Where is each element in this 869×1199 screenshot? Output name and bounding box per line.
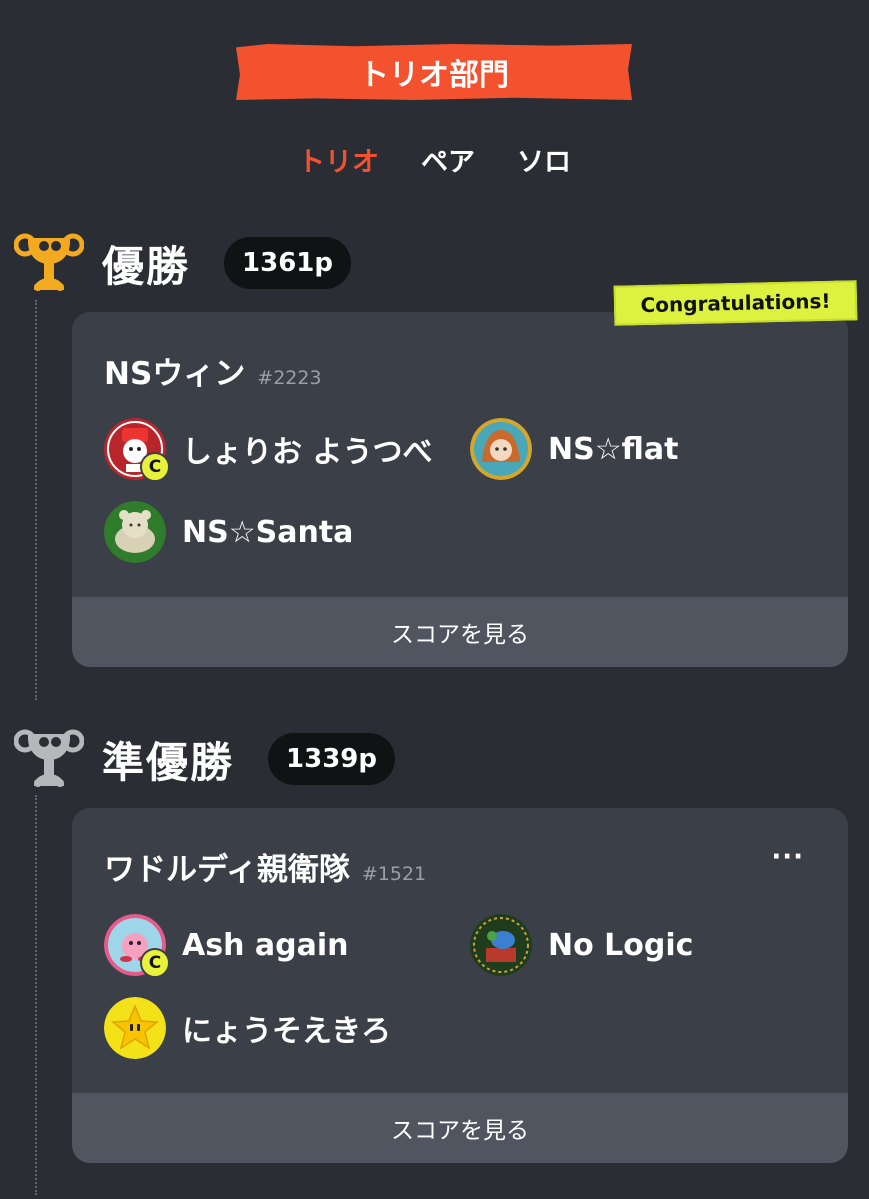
tab-solo[interactable]: ソロ — [517, 140, 571, 179]
member-name: しょりお ようつべ — [182, 435, 433, 470]
team-name: ワドルディ親衛隊 — [104, 852, 350, 888]
captain-badge: C — [140, 948, 170, 978]
team-member[interactable]: NS☆Santa — [104, 501, 353, 563]
view-score-button[interactable]: スコアを見る — [72, 597, 848, 667]
points-badge: 1339p — [268, 733, 395, 785]
tab-pair[interactable]: ペア — [421, 140, 475, 179]
captain-badge: C — [140, 452, 170, 482]
avatar-plush-cat — [104, 501, 166, 563]
member-name: にょうそえきろ — [182, 1014, 392, 1049]
rank-label: 優勝 — [102, 241, 191, 291]
avatar — [470, 418, 532, 480]
avatar: C — [104, 418, 170, 482]
timeline-line — [35, 300, 37, 700]
silver-trophy-icon — [14, 729, 84, 787]
congratulations-badge: Congratulations! — [613, 280, 858, 326]
view-score-button[interactable]: スコアを見る — [72, 1093, 848, 1163]
points-badge: 1361p — [224, 237, 351, 289]
team-card: ワドルディ親衛隊 #1521 ··· C Ash again No Logic … — [72, 808, 848, 1163]
team-name: NSウィン — [104, 356, 246, 392]
member-name: NS☆flat — [548, 431, 679, 467]
member-name: Ash again — [182, 927, 349, 963]
gold-trophy-icon — [14, 233, 84, 291]
rank-label: 準優勝 — [102, 737, 235, 787]
avatar — [104, 501, 166, 563]
division-banner: トリオ部門 — [236, 44, 632, 100]
category-tabs: トリオ ペア ソロ — [0, 140, 869, 179]
avatar-green-frame — [470, 914, 532, 976]
timeline-line — [35, 795, 37, 1195]
team-tag: #2223 — [257, 367, 322, 389]
member-name: No Logic — [548, 927, 694, 963]
team-member[interactable]: C Ash again — [104, 914, 349, 978]
winner-header: 優勝 1361p — [14, 232, 351, 294]
team-header: ワドルディ親衛隊 #1521 — [104, 844, 426, 889]
team-member[interactable]: NS☆flat — [470, 418, 678, 480]
team-member[interactable]: No Logic — [470, 914, 693, 976]
division-title: トリオ部門 — [359, 58, 509, 93]
team-tag: #1521 — [361, 863, 427, 885]
avatar-star — [104, 997, 166, 1059]
runner-up-header: 準優勝 1339p — [14, 728, 395, 790]
member-name: NS☆Santa — [182, 514, 354, 550]
avatar-anime-girl — [470, 418, 532, 480]
team-member[interactable]: C しょりお ようつべ — [104, 418, 433, 482]
team-member[interactable]: にょうそえきろ — [104, 997, 391, 1059]
avatar: C — [104, 914, 170, 978]
avatar — [470, 914, 532, 976]
team-card: NSウィン #2223 C しょりお ようつべ NS☆flat NS☆Santa… — [72, 312, 848, 667]
avatar — [104, 997, 166, 1059]
more-options-button[interactable]: ··· — [771, 842, 804, 872]
team-header: NSウィン #2223 — [104, 348, 322, 393]
tab-trio[interactable]: トリオ — [298, 140, 379, 179]
